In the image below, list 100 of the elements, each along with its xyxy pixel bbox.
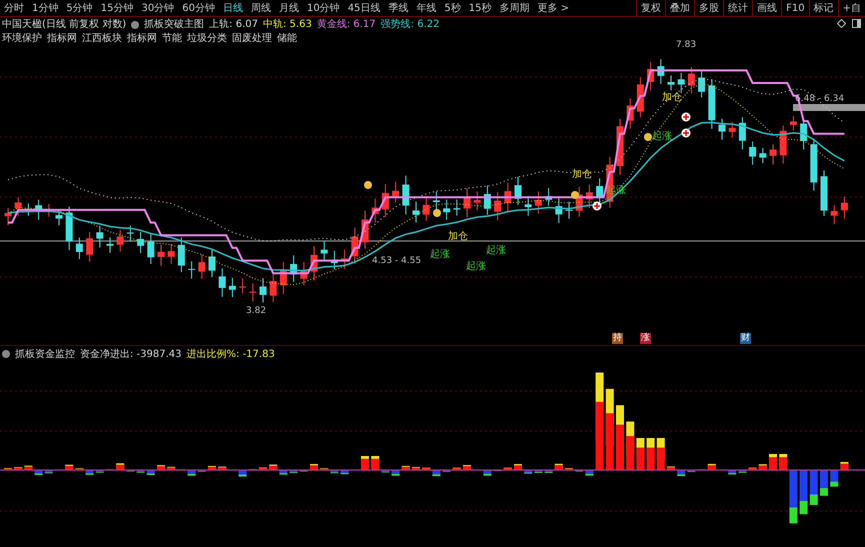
signal-label: 起涨 (430, 249, 450, 260)
period-tab[interactable]: 15秒 (464, 1, 496, 15)
period-tab[interactable]: 周线 (246, 1, 275, 15)
sector-tag: 储能 (277, 32, 297, 46)
sector-tag: 固废处理 (232, 32, 272, 46)
candlestick (362, 210, 368, 250)
indicator-value: 黄金线: 6.17 (316, 18, 376, 32)
candlestick (218, 268, 226, 298)
signal-label: 加仓 (662, 92, 682, 103)
candlestick (4, 207, 12, 226)
candlestick (382, 184, 389, 218)
event-marker[interactable]: 涨 (640, 333, 651, 344)
candlestick (545, 187, 552, 206)
candlestick (280, 261, 287, 295)
indicator-name: 抓板资金监控 (15, 348, 75, 360)
candlestick (464, 188, 470, 218)
period-tab[interactable]: 5分钟 (62, 1, 97, 15)
candlestick (290, 254, 298, 282)
candlestick (310, 246, 318, 281)
candlestick (412, 201, 420, 223)
indicator-value: 上轨: 6.07 (209, 18, 258, 32)
diamond-icon[interactable] (837, 19, 846, 28)
period-tab[interactable]: 季线 (384, 1, 412, 15)
price-label: 7.83 (676, 40, 696, 50)
sector-tag: 环境保护 (2, 32, 42, 46)
sector-tag: 江西板块 (82, 32, 122, 46)
candlestick (759, 147, 766, 164)
candlestick (208, 248, 216, 278)
period-tab[interactable]: 1分钟 (28, 1, 62, 15)
signal-label: 起涨 (466, 261, 486, 272)
period-tab[interactable]: 30分钟 (137, 1, 178, 15)
indicator-value: 进出比例%: -17.83 (186, 348, 275, 360)
price-range-bar (793, 104, 865, 111)
candlestick (738, 116, 746, 150)
candlestick (728, 122, 736, 138)
candlestick (668, 74, 674, 91)
candlestick (474, 190, 481, 211)
period-tab[interactable]: 分时 (0, 1, 28, 15)
candlestick (147, 234, 154, 264)
stock-title: 中国天楹(日线 前复权 对数) (2, 18, 126, 32)
period-tab[interactable]: 15分钟 (96, 1, 138, 15)
candlestick (840, 196, 848, 220)
event-marker[interactable]: 财 (740, 333, 751, 344)
candlestick (626, 98, 634, 130)
signal-label: 加仓 (448, 231, 468, 242)
indicator-value: 资金净进出: -3987.43 (80, 348, 182, 360)
candlestick (260, 278, 266, 303)
candlestick (504, 182, 512, 212)
period-tab[interactable]: 5秒 (440, 1, 465, 15)
coin-icon (571, 191, 579, 199)
candlestick (320, 240, 328, 262)
candlestick (372, 198, 379, 224)
candlestick (14, 196, 22, 216)
candlestick (188, 260, 196, 280)
indicator-icon (131, 21, 140, 29)
candlestick (790, 116, 797, 131)
candlestick (198, 254, 206, 280)
candlestick (820, 170, 828, 216)
candlestick (249, 282, 256, 302)
sector-tag: 垃圾分类 (187, 32, 227, 46)
candlestick (106, 236, 114, 254)
candlestick (158, 244, 164, 266)
candlestick (35, 199, 42, 220)
period-tab[interactable]: 月线 (274, 1, 303, 15)
period-tab[interactable]: 10分钟 (302, 1, 344, 15)
plus-circle-icon (682, 128, 690, 138)
period-tab[interactable]: 45日线 (344, 1, 384, 15)
candlestick (698, 70, 706, 98)
candlestick (126, 225, 134, 242)
period-tab[interactable]: 多周期 (496, 1, 534, 15)
candlestick (443, 199, 450, 220)
candlestick (566, 201, 572, 220)
candlestick (647, 62, 654, 92)
candlestick (534, 191, 542, 214)
coin-icon (364, 181, 372, 189)
candlestick (718, 118, 726, 140)
candlestick (636, 76, 644, 118)
candlestick (484, 184, 491, 216)
candlestick (66, 206, 73, 251)
period-tab[interactable]: 日线 (218, 1, 247, 15)
price-label: 3.82 (246, 306, 266, 316)
candlestick (586, 184, 593, 208)
plus-circle-icon (682, 112, 690, 122)
event-marker[interactable]: 持 (612, 333, 623, 344)
panel-icon[interactable] (852, 19, 861, 28)
period-tab[interactable]: 更多 > (534, 1, 574, 15)
candlestick (780, 125, 787, 164)
candlestick (830, 204, 838, 225)
coin-icon (644, 133, 652, 141)
candlestick (432, 191, 440, 212)
coin-icon (433, 209, 441, 217)
period-tab[interactable]: 60分钟 (178, 1, 219, 15)
candlestick (453, 199, 460, 216)
candlestick (616, 118, 624, 176)
candlestick (96, 225, 104, 248)
sector-tag: 指标网 (47, 32, 77, 46)
period-tab[interactable]: 年线 (412, 1, 440, 15)
candlestick (422, 196, 430, 222)
candlestick (56, 208, 62, 226)
candlestick (270, 272, 277, 303)
